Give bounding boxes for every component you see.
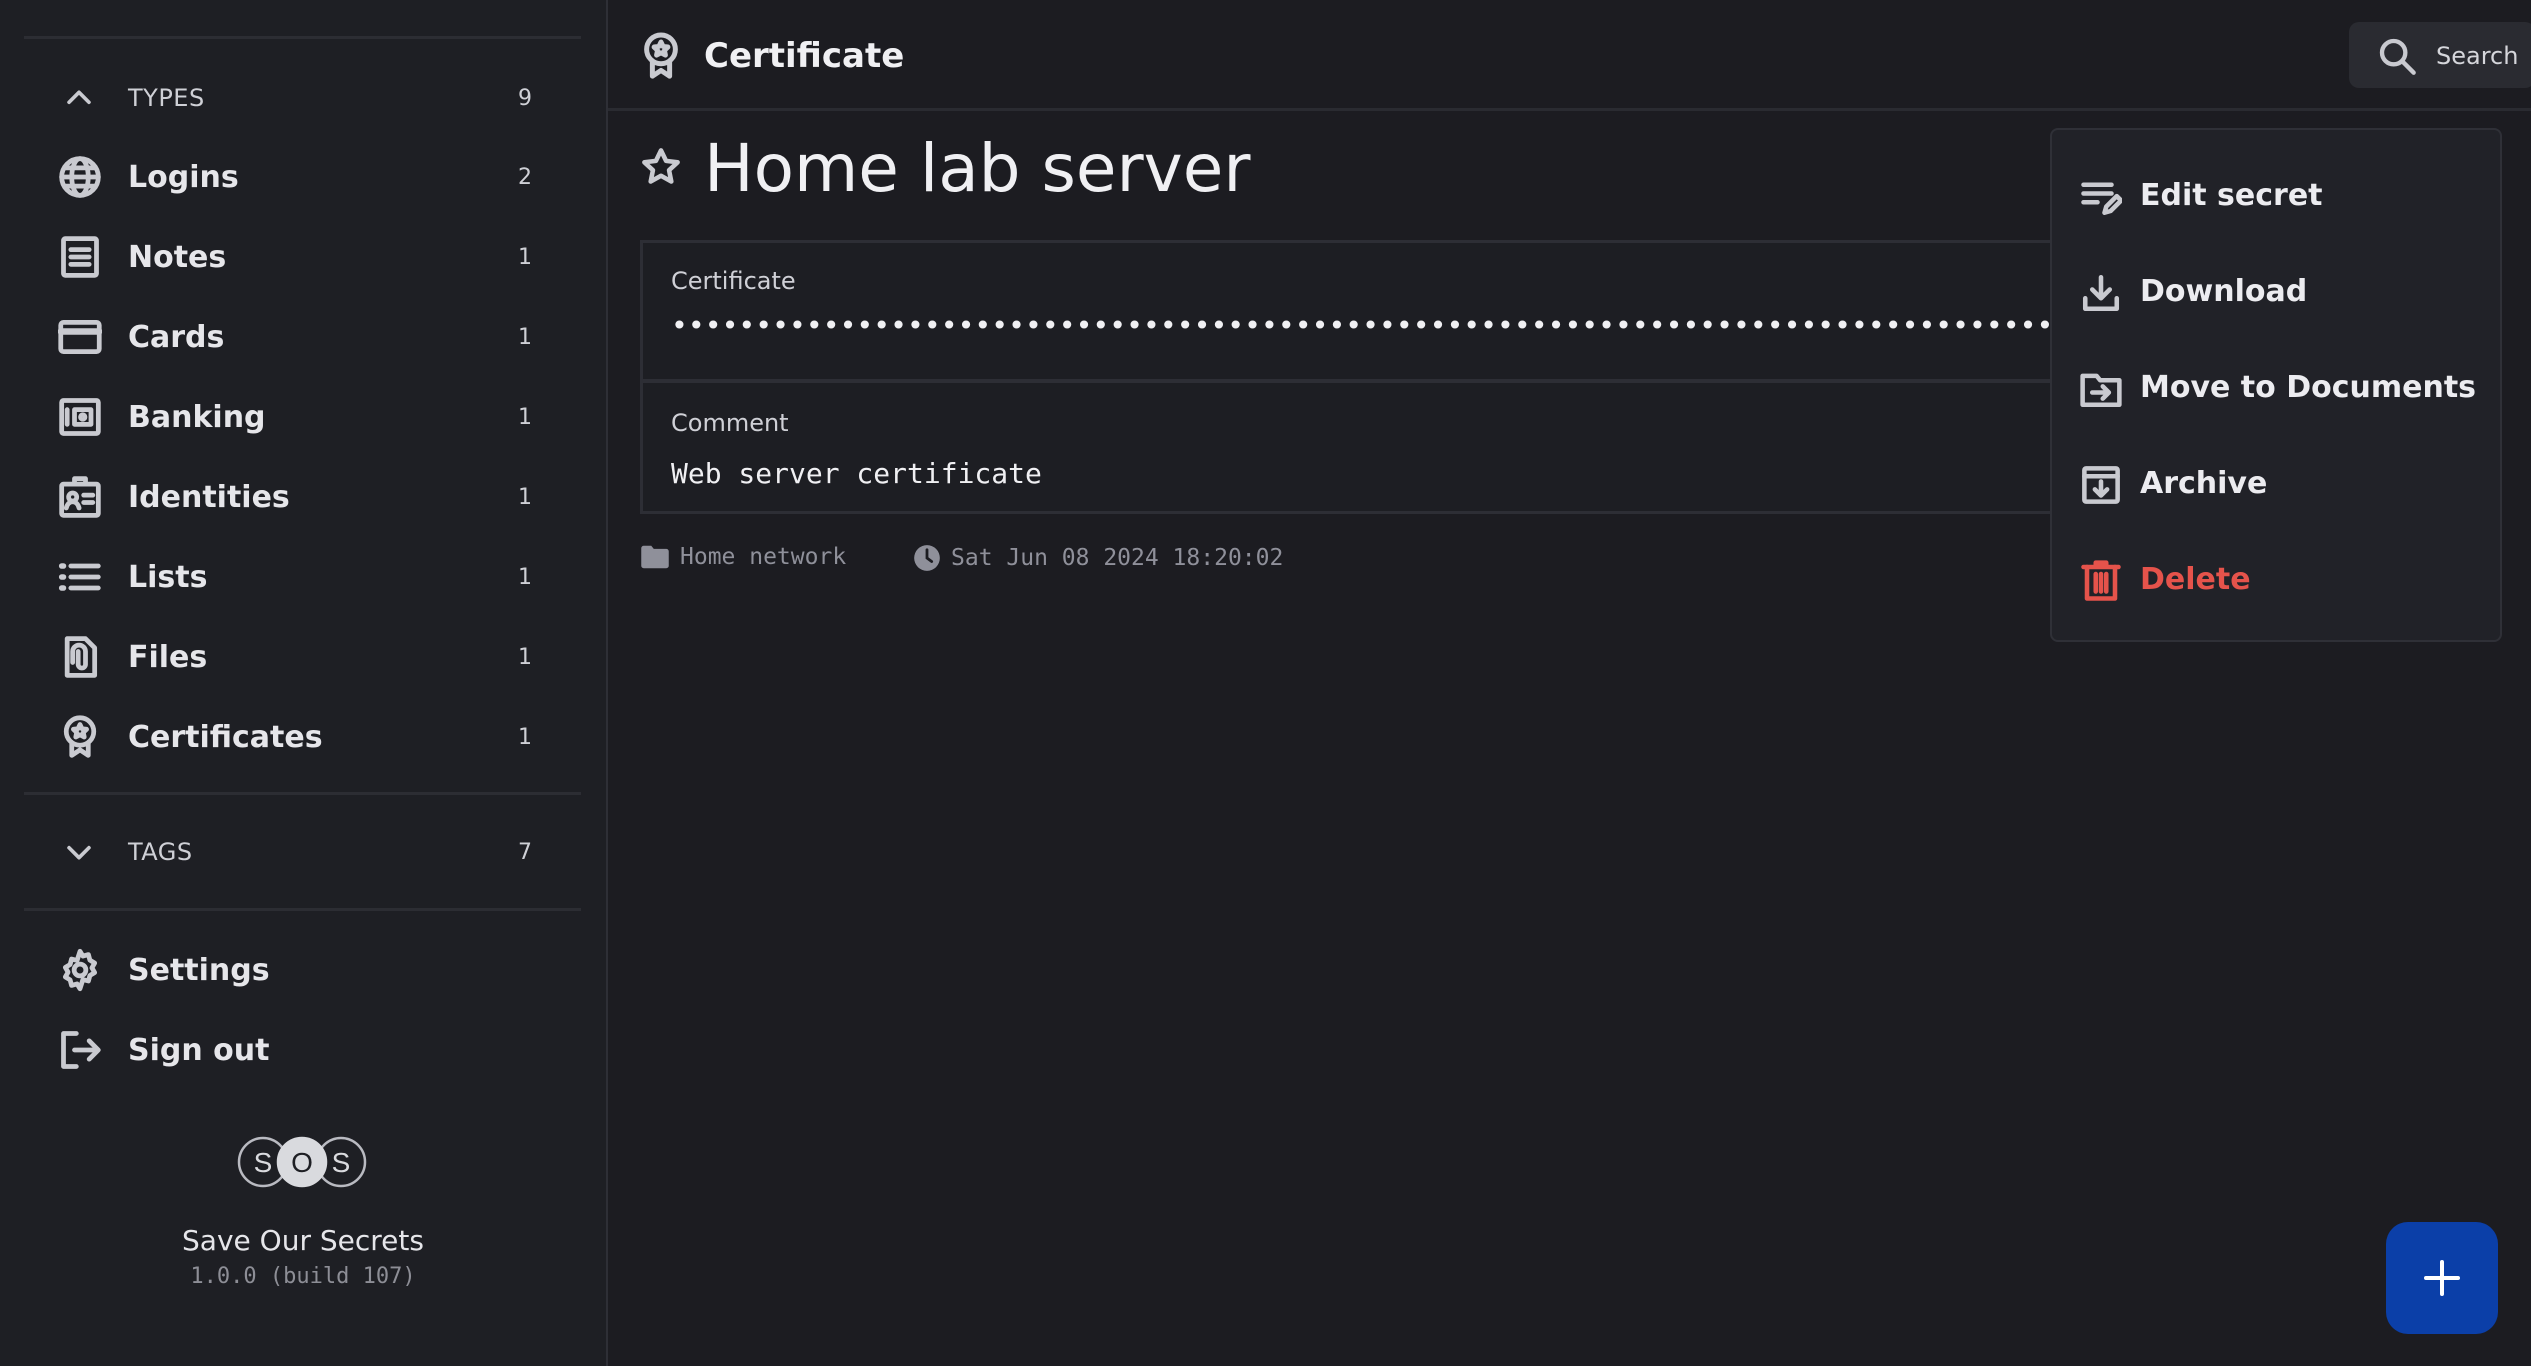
menu-item-delete[interactable]: Delete (2052, 540, 2500, 620)
list-icon (58, 563, 101, 591)
sidebar-item-count: 1 (518, 644, 532, 670)
timestamp: Sat Jun 08 2024 18:20:02 (913, 544, 1283, 572)
menu-item-label: Delete (2140, 562, 2251, 597)
sign-out-icon (61, 1031, 101, 1069)
sidebar-item-notes[interactable]: Notes 1 (0, 222, 606, 292)
id-card-icon (59, 476, 101, 518)
field-value: Web server certificate (671, 457, 1042, 490)
sign-out-label: Sign out (128, 1032, 270, 1068)
svg-text:S: S (254, 1147, 273, 1178)
sidebar-item-identities[interactable]: Identities 1 (0, 462, 606, 532)
sidebar-divider (24, 908, 581, 911)
edit-icon (2081, 182, 2122, 216)
sidebar-item-label: Cards (128, 319, 225, 355)
tags-label: TAGS (128, 838, 193, 866)
sidebar-item-lists[interactable]: Lists 1 (0, 542, 606, 612)
chevron-up-icon (67, 90, 91, 105)
search-label: Search (2436, 42, 2519, 70)
sidebar-item-count: 1 (518, 324, 532, 350)
tags-count: 7 (518, 839, 532, 865)
sidebar-item-label: Identities (128, 479, 290, 515)
chevron-down-icon (67, 845, 91, 860)
field-value-masked: ••••••••••••••••••••••••••••••••••••••••… (671, 309, 2063, 342)
card-icon (58, 319, 102, 355)
move-icon (2080, 373, 2122, 408)
clock-icon (914, 545, 940, 571)
trash-icon (2081, 560, 2121, 601)
svg-text:O: O (291, 1147, 313, 1178)
types-count: 9 (518, 85, 532, 111)
sidebar-item-logins[interactable]: Logins 2 (0, 142, 606, 212)
certificate-icon (63, 715, 97, 758)
sidebar-item-cards[interactable]: Cards 1 (0, 302, 606, 372)
folder-icon (641, 545, 669, 569)
sidebar-item-count: 1 (518, 484, 532, 510)
sidebar-item-files[interactable]: Files 1 (0, 622, 606, 692)
certificate-icon (644, 32, 678, 79)
svg-text:S: S (332, 1147, 351, 1178)
gear-icon (62, 948, 98, 992)
types-label: TYPES (128, 84, 205, 112)
tags-section-header[interactable]: TAGS 7 (0, 822, 606, 882)
comment-field[interactable]: Comment Web server certificate (640, 380, 2066, 514)
sos-logo: S O S (237, 1136, 367, 1188)
sign-out-link[interactable]: Sign out (0, 1015, 606, 1085)
menu-item-label: Move to Documents (2140, 370, 2477, 405)
sidebar-item-banking[interactable]: Banking 1 (0, 382, 606, 452)
search-button[interactable]: Search (2349, 22, 2531, 88)
folder-name: Home network (680, 544, 847, 570)
plus-icon (2424, 1260, 2460, 1296)
star-icon[interactable] (640, 146, 682, 188)
sidebar-item-label: Logins (128, 159, 239, 195)
sidebar-item-label: Files (128, 639, 208, 675)
settings-link[interactable]: Settings (0, 935, 606, 1005)
types-section-header[interactable]: TYPES 9 (0, 68, 606, 128)
top-bar: Certificate Search (608, 0, 2531, 111)
app-name: Save Our Secrets (182, 1224, 424, 1257)
search-icon (2379, 38, 2416, 75)
note-icon (61, 236, 99, 278)
sidebar: TYPES 9 Logins 2 Notes 1 Cards 1 Banking… (0, 0, 608, 1366)
secret-title: Home lab server (704, 130, 1251, 207)
sidebar-item-count: 1 (518, 404, 532, 430)
menu-item-download[interactable]: Download (2052, 252, 2500, 332)
menu-item-label: Archive (2140, 466, 2268, 501)
timestamp-value: Sat Jun 08 2024 18:20:02 (951, 545, 1284, 571)
app-version: 1.0.0 (build 107) (190, 1264, 416, 1289)
bank-icon (59, 398, 101, 436)
menu-item-edit-secret[interactable]: Edit secret (2052, 156, 2500, 236)
field-label: Certificate (671, 267, 796, 295)
menu-item-move-to-documents[interactable]: Move to Documents (2052, 348, 2500, 428)
sidebar-item-label: Notes (128, 239, 227, 275)
sidebar-item-label: Lists (128, 559, 208, 595)
sidebar-item-count: 2 (518, 164, 532, 190)
folder-badge[interactable]: Home network (640, 544, 846, 570)
certificate-field[interactable]: Certificate ••••••••••••••••••••••••••••… (640, 240, 2066, 382)
sidebar-divider (24, 792, 581, 795)
settings-label: Settings (128, 952, 270, 988)
sidebar-item-count: 1 (518, 244, 532, 270)
archive-icon (2082, 466, 2120, 504)
menu-item-archive[interactable]: Archive (2052, 444, 2500, 524)
sidebar-item-count: 1 (518, 564, 532, 590)
menu-item-label: Edit secret (2140, 178, 2323, 213)
sidebar-item-count: 1 (518, 724, 532, 750)
file-clip-icon (64, 636, 98, 678)
secret-actions-menu: Edit secret Download Move to Documents A… (2050, 128, 2502, 642)
download-icon (2082, 274, 2120, 312)
menu-item-label: Download (2140, 274, 2308, 309)
field-label: Comment (671, 409, 789, 437)
sidebar-item-certificates[interactable]: Certificates 1 (0, 702, 606, 772)
sidebar-item-label: Certificates (128, 719, 323, 755)
sidebar-item-label: Banking (128, 399, 266, 435)
sidebar-top-divider (24, 36, 581, 39)
globe-icon (59, 156, 101, 198)
page-title: Certificate (704, 36, 905, 76)
add-secret-button[interactable] (2386, 1222, 2498, 1334)
